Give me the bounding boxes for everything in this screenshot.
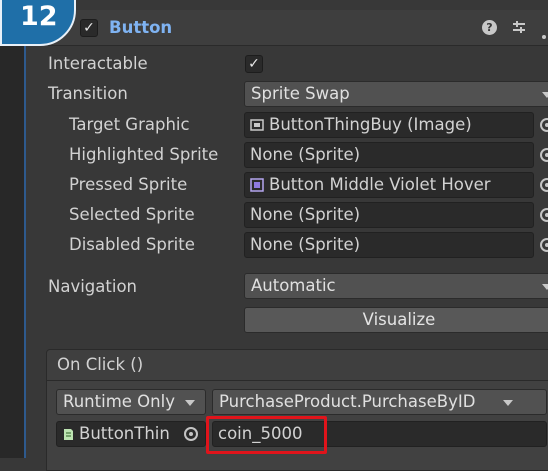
chevron-down-icon [503, 400, 513, 406]
sprite-icon [250, 178, 264, 192]
visualize-button[interactable]: Visualize [244, 307, 548, 333]
disabled-sprite-value: None (Sprite) [250, 235, 361, 254]
on-click-title: On Click () [57, 355, 144, 374]
object-picker-icon[interactable] [540, 178, 548, 192]
target-graphic-field[interactable]: ButtonThingBuy (Image) [244, 112, 534, 138]
step-number: 12 [20, 1, 58, 32]
selected-sprite-value: None (Sprite) [250, 205, 361, 224]
component-header [26, 10, 548, 46]
chevron-down-icon [542, 284, 548, 290]
component-title: Button [109, 18, 173, 37]
runtime-dropdown[interactable]: Runtime Only [56, 389, 206, 415]
component-enabled-checkbox[interactable]: ✓ [80, 19, 98, 37]
navigation-label: Navigation [48, 277, 137, 296]
left-panel-strip [0, 0, 24, 458]
interactable-label: Interactable [48, 54, 148, 73]
chevron-down-icon [185, 400, 195, 406]
more-menu-icon[interactable] [540, 26, 548, 39]
script-icon [64, 429, 73, 440]
highlighted-sprite-field[interactable]: None (Sprite) [244, 142, 534, 168]
transition-label: Transition [48, 84, 128, 103]
pressed-sprite-value: Button Middle Violet Hover [269, 175, 491, 194]
object-picker-icon[interactable] [540, 208, 548, 222]
pressed-sprite-field[interactable]: Button Middle Violet Hover [244, 172, 534, 198]
disabled-sprite-field[interactable]: None (Sprite) [244, 232, 534, 258]
chevron-down-icon [542, 92, 548, 98]
on-click-header: On Click () [46, 349, 548, 381]
interactable-checkbox[interactable]: ✓ [245, 55, 263, 73]
highlighted-sprite-label: Highlighted Sprite [69, 145, 219, 164]
object-picker-icon[interactable] [184, 427, 198, 441]
presets-icon[interactable] [511, 19, 527, 35]
navigation-dropdown[interactable]: Automatic [244, 273, 548, 299]
target-object-value: ButtonThin [79, 424, 170, 443]
highlight-box [206, 416, 327, 454]
selection-bar [24, 0, 26, 458]
transition-value: Sprite Swap [251, 84, 350, 103]
runtime-value: Runtime Only [63, 392, 175, 411]
pressed-sprite-label: Pressed Sprite [69, 175, 188, 194]
object-picker-icon[interactable] [540, 118, 548, 132]
target-graphic-label: Target Graphic [69, 115, 190, 134]
target-graphic-value: ButtonThingBuy (Image) [269, 115, 472, 134]
navigation-value: Automatic [251, 276, 336, 295]
disabled-sprite-label: Disabled Sprite [69, 235, 195, 254]
selected-sprite-label: Selected Sprite [69, 205, 195, 224]
help-icon[interactable]: ? [482, 20, 497, 35]
object-picker-icon[interactable] [540, 148, 548, 162]
object-picker-icon[interactable] [540, 238, 548, 252]
function-value: PurchaseProduct.PurchaseByID [219, 392, 476, 411]
function-dropdown[interactable]: PurchaseProduct.PurchaseByID [212, 389, 547, 415]
transition-dropdown[interactable]: Sprite Swap [244, 81, 548, 107]
highlighted-sprite-value: None (Sprite) [250, 145, 361, 164]
selected-sprite-field[interactable]: None (Sprite) [244, 202, 534, 228]
image-icon [250, 119, 264, 131]
